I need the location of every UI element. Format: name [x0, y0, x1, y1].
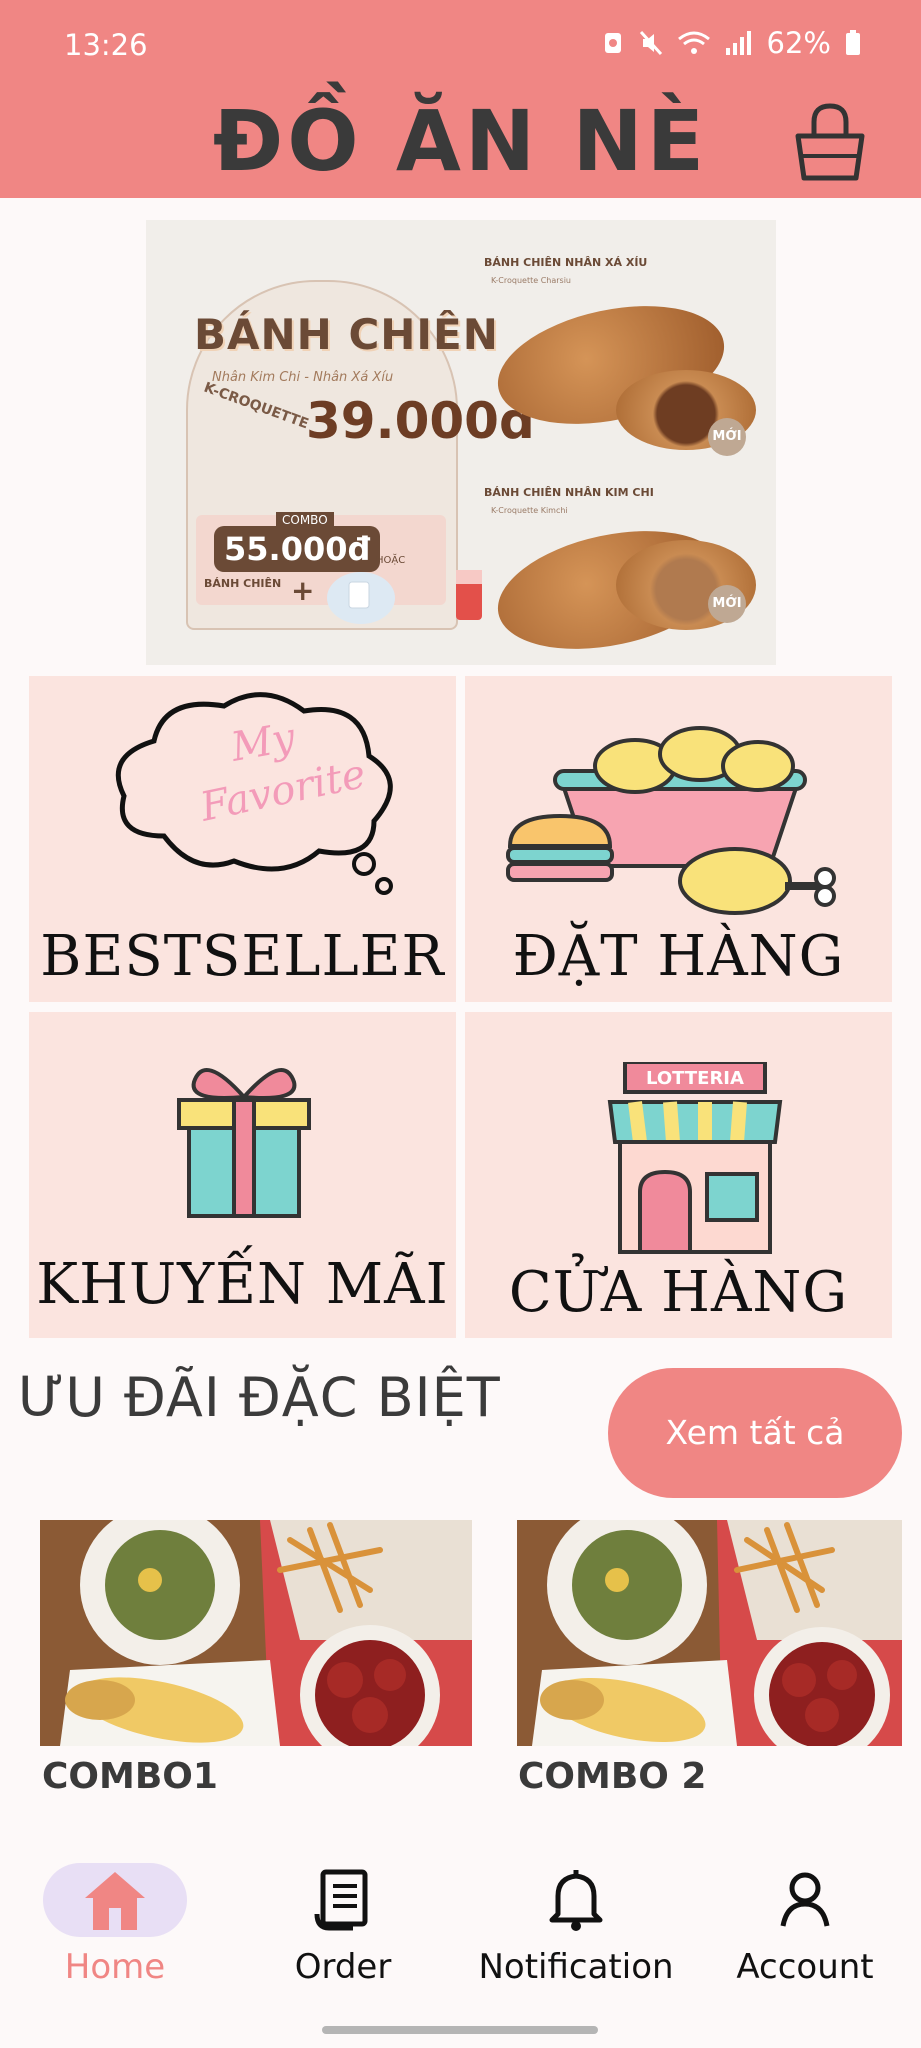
nav-home[interactable]: Home: [20, 1863, 210, 1987]
status-bar: 13:26 62%: [0, 0, 921, 90]
new-badge: MỚI: [708, 418, 746, 456]
thought-cloud-icon: My Favorite: [115, 692, 393, 895]
battery-icon: [846, 30, 860, 55]
combo-image[interactable]: [40, 1520, 472, 1746]
status-time: 13:26: [64, 28, 148, 62]
nav-label: Account: [736, 1947, 874, 1987]
svg-text:+: +: [291, 574, 314, 607]
gift-icon: [177, 1068, 311, 1218]
category-label: CỬA HÀNG: [508, 1260, 849, 1325]
category-order[interactable]: ĐẶT HÀNG: [465, 676, 892, 1002]
nav-notification[interactable]: Notification: [478, 1863, 674, 1987]
nav-icon-pill: [43, 1863, 187, 1937]
nav-label: Home: [64, 1947, 166, 1987]
bottom-navigation: Home Order Notification Account: [0, 1845, 921, 2005]
nav-order[interactable]: Order: [248, 1863, 438, 1987]
food-photo-icon: [40, 1520, 472, 1746]
drinks-illustration: +: [291, 570, 482, 624]
category-label: ĐẶT HÀNG: [512, 924, 845, 989]
nav-label: Order: [294, 1947, 392, 1987]
shopping-bag-icon[interactable]: [790, 100, 870, 182]
store-sign-text: LOTTERIA: [646, 1068, 744, 1089]
promo-price: 39.000đ: [306, 392, 535, 450]
promo-title: BÁNH CHIÊN: [194, 310, 499, 359]
recycle-icon: [604, 33, 621, 53]
category-label: KHUYẾN MÃI: [36, 1252, 449, 1317]
person-icon: [780, 1872, 830, 1927]
nav-account[interactable]: Account: [710, 1863, 900, 1987]
nav-icon-pill: [504, 1863, 648, 1937]
category-label: BESTSELLER: [40, 924, 445, 989]
product-name-1: BÁNH CHIÊN NHÂN XÁ XÍU: [484, 256, 648, 269]
bell-icon: [549, 1870, 603, 1931]
app-title: ĐỒ ĂN NÈ: [212, 92, 709, 190]
category-promotion[interactable]: KHUYẾN MÃI: [29, 1012, 456, 1338]
combo-name: COMBO1: [42, 1756, 218, 1797]
new-badge: MỚI: [708, 585, 746, 623]
battery-percent: 62%: [766, 26, 831, 60]
nav-icon-pill: [271, 1863, 415, 1937]
home-icon: [85, 1872, 145, 1930]
section-title: ƯU ĐÃI ĐẶC BIỆT: [18, 1366, 501, 1429]
category-store[interactable]: LOTTERIA CỬA HÀNG: [465, 1012, 892, 1338]
nav-label: Notification: [478, 1947, 674, 1987]
storefront-icon: LOTTERIA: [607, 1062, 783, 1254]
app-header: 13:26 62% ĐỒ ĂN NÈ: [0, 0, 921, 198]
gesture-bar[interactable]: [322, 2026, 598, 2034]
receipt-icon: [314, 1869, 368, 1931]
see-all-button[interactable]: Xem tất cả: [608, 1368, 902, 1498]
food-photo-icon: [517, 1520, 902, 1746]
product-name-2: BÁNH CHIÊN NHÂN KIM CHI: [484, 486, 654, 499]
combo-image[interactable]: [517, 1520, 902, 1746]
status-icons: 62%: [601, 26, 861, 60]
combo-name: COMBO 2: [518, 1756, 707, 1797]
mute-icon: [639, 30, 662, 56]
product-sub-2: K-Croquette Kimchi: [491, 506, 568, 515]
wifi-icon: [677, 31, 710, 54]
nav-icon-pill: [733, 1863, 877, 1937]
category-bestseller[interactable]: My Favorite BESTSELLER: [29, 676, 456, 1002]
product-sub-1: K-Croquette Charsiu: [491, 276, 572, 285]
food-basket-icon: [506, 726, 836, 915]
promo-banner[interactable]: BÁNH CHIÊN Nhân Kim Chi - Nhân Xá Xíu K-…: [146, 220, 776, 665]
combo-tag: COMBO: [276, 512, 334, 528]
promo-subtitle: Nhân Kim Chi - Nhân Xá Xíu: [212, 370, 394, 385]
combo-item: BÁNH CHIÊN: [204, 577, 282, 590]
signal-icon: [725, 31, 751, 55]
